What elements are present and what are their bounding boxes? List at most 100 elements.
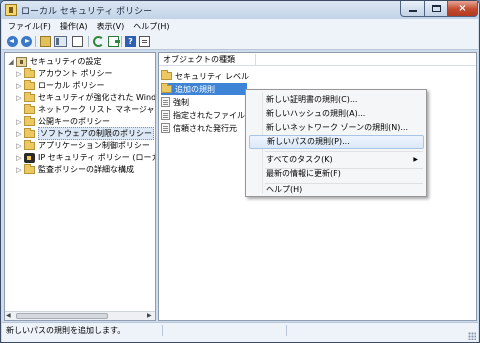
tree-item-software-restriction-policies[interactable]: ▷ ソフトウェアの制限のポリシー (15, 127, 154, 140)
menu-item-new-hash-rule[interactable]: 新しいハッシュの規則(A)... (249, 107, 424, 121)
tree-item-public-key-policies[interactable]: ▷ 公開キーのポリシー (15, 115, 110, 127)
folder-icon (24, 91, 35, 102)
list-item-enforcement[interactable]: 強制 (161, 96, 189, 108)
menu-file[interactable]: ファイル(F) (8, 21, 51, 32)
policy-document-icon (161, 123, 170, 133)
column-divider[interactable] (255, 54, 256, 65)
show-tree-icon[interactable] (54, 36, 67, 47)
scroll-left-icon[interactable]: ◀ (6, 313, 13, 319)
folder-icon (24, 163, 35, 174)
menu-item-all-tasks[interactable]: すべてのタスク(K) ▶ (249, 153, 424, 167)
maximize-button[interactable] (424, 1, 448, 17)
status-cell (286, 325, 406, 336)
expand-icon[interactable]: ▷ (15, 70, 23, 78)
list-item-label: 信頼された発行元 (173, 123, 237, 133)
scroll-right-icon[interactable]: ▶ (147, 313, 154, 319)
folder-icon (24, 103, 35, 114)
tree-item-label: IP セキュリティ ポリシー (ローカル コンピューター) (38, 153, 155, 162)
properties-icon[interactable] (139, 36, 150, 47)
menu-item-label: すべてのタスク(K) (266, 155, 333, 164)
tree-item-label: ソフトウェアの制限のポリシー (38, 127, 154, 140)
menu-view[interactable]: 表示(V) (97, 21, 125, 32)
tree-item-application-control-policies[interactable]: ▷ アプリケーション制御ポリシー (15, 139, 150, 151)
status-message: 新しいパスの規則を追加します。 (6, 326, 126, 335)
tree-item-label: セキュリティが強化された Windows ファイアウォール (38, 93, 156, 102)
title-bar[interactable]: ローカル セキュリティ ポリシー × (1, 1, 479, 19)
expand-icon[interactable]: ▷ (15, 154, 23, 162)
expand-icon[interactable]: ▷ (15, 130, 23, 138)
tree-pane[interactable]: ◢ セキュリティの設定 ▷ アカウント ポリシー ▷ ローカル ポリシー ▷ セ… (4, 52, 156, 321)
toolbar-separator (121, 36, 122, 47)
scrollbar-thumb[interactable] (16, 313, 108, 319)
window-title: ローカル セキュリティ ポリシー (21, 7, 153, 17)
refresh-icon[interactable] (93, 36, 104, 47)
policy-document-icon (161, 97, 170, 107)
expand-icon[interactable]: ▷ (15, 142, 23, 150)
back-icon (7, 36, 18, 47)
menu-item-new-certificate-rule[interactable]: 新しい証明書の規則(C)... (249, 93, 424, 107)
list-item-label: 強制 (173, 97, 189, 107)
menu-item-new-network-zone-rule[interactable]: 新しいネットワーク ゾーンの規則(N)... (249, 121, 424, 135)
list-item-security-levels[interactable]: セキュリティ レベル (161, 70, 249, 82)
tree-item-ip-security-policies[interactable]: ▷ IP セキュリティ ポリシー (ローカル コンピューター) (15, 152, 155, 163)
tree-item-network-list-manager[interactable]: ネットワーク リスト マネージャー ポリシー (15, 103, 155, 115)
tree-item-label: アカウント ポリシー (38, 69, 113, 78)
status-bar: 新しいパスの規則を追加します。 (2, 322, 478, 342)
tree-item-advanced-audit-policy[interactable]: ▷ 監査ポリシーの詳細な構成 (15, 163, 134, 175)
folder-icon (161, 83, 172, 93)
toolbar-separator (35, 36, 36, 47)
list-item-label: セキュリティ レベル (175, 71, 250, 81)
status-cell (162, 325, 282, 336)
help-icon[interactable]: ? (125, 36, 136, 47)
expand-icon[interactable]: ▷ (15, 118, 23, 126)
list-item-additional-rules[interactable]: 追加の規則 (161, 83, 247, 95)
tree-item-local-policies[interactable]: ▷ ローカル ポリシー (15, 79, 105, 91)
maximize-icon (431, 5, 441, 12)
forward-button[interactable] (21, 36, 32, 47)
expand-icon[interactable]: ▷ (15, 94, 23, 102)
minimize-button[interactable] (400, 1, 425, 17)
resize-grip-icon[interactable] (468, 332, 476, 340)
folder-icon (24, 67, 35, 78)
toolbar-separator (88, 36, 89, 47)
folder-icon (161, 70, 172, 80)
collapse-icon[interactable]: ◢ (7, 58, 15, 66)
menu-bar: ファイル(F) 操作(A) 表示(V) ヘルプ(H) (2, 19, 478, 33)
tree-item-label: ネットワーク リスト マネージャー ポリシー (38, 105, 155, 114)
tree-item-label: ローカル ポリシー (38, 81, 105, 90)
up-icon[interactable] (40, 36, 51, 47)
policy-document-icon (161, 110, 170, 120)
menu-item-new-path-rule[interactable]: 新しいパスの規則(P)... (249, 135, 424, 149)
app-window: ローカル セキュリティ ポリシー × ファイル(F) 操作(A) 表示(V) ヘ… (0, 0, 480, 343)
tree-item-windows-firewall[interactable]: ▷ セキュリティが強化された Windows ファイアウォール (15, 91, 156, 103)
expand-icon[interactable]: ▷ (15, 82, 23, 90)
forward-icon (21, 36, 32, 47)
horizontal-scrollbar[interactable]: ◀ ▶ (5, 311, 155, 320)
security-settings-icon (16, 56, 27, 67)
list-item-label: 追加の規則 (175, 84, 215, 94)
expand-icon[interactable]: ▷ (15, 166, 23, 174)
submenu-arrow-icon: ▶ (413, 156, 418, 163)
menu-item-help[interactable]: ヘルプ(H) (249, 183, 424, 197)
back-button[interactable] (7, 36, 18, 47)
tree-item-label: アプリケーション制御ポリシー (38, 141, 150, 150)
folder-icon (24, 115, 35, 126)
security-policy-app-icon (5, 4, 17, 16)
document-icon[interactable] (72, 36, 83, 47)
context-menu: 新しい証明書の規則(C)... 新しいハッシュの規則(A)... 新しいネットワ… (245, 89, 427, 197)
list-item-trusted-publishers[interactable]: 信頼された発行元 (161, 122, 237, 134)
export-icon[interactable] (108, 36, 120, 47)
menu-action[interactable]: 操作(A) (60, 21, 88, 32)
tree-item-label: 公開キーのポリシー (38, 117, 110, 126)
tree-item-label: セキュリティの設定 (30, 57, 102, 66)
menu-item-refresh[interactable]: 最新の情報に更新(F) (249, 167, 424, 181)
tree-item-account-policies[interactable]: ▷ アカウント ポリシー (15, 67, 113, 79)
ip-security-icon (24, 152, 35, 163)
column-header-object-type[interactable]: オブジェクトの種類 (159, 53, 476, 66)
tree-item-root[interactable]: ◢ セキュリティの設定 (7, 56, 102, 67)
tree-item-label: 監査ポリシーの詳細な構成 (38, 165, 134, 174)
menu-help[interactable]: ヘルプ(H) (133, 21, 169, 32)
column-header-label: オブジェクトの種類 (163, 55, 235, 64)
close-button[interactable]: × (447, 1, 478, 17)
minimize-icon (408, 10, 417, 12)
